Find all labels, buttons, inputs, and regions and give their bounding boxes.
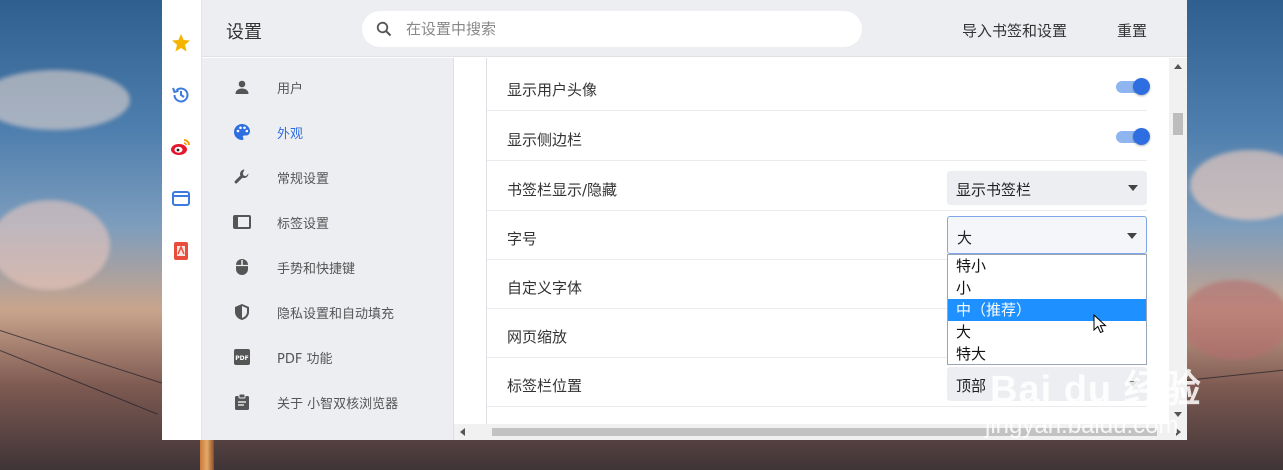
nav-item-user[interactable]: 用户	[202, 65, 454, 109]
toggle-knob	[1133, 78, 1150, 95]
scroll-left-arrow-icon[interactable]	[460, 428, 465, 436]
setting-label: 显示用户头像	[507, 81, 598, 99]
pdf-reader-icon[interactable]	[170, 240, 192, 262]
toggle-knob	[1133, 128, 1150, 145]
favorites-star-icon[interactable]	[170, 32, 192, 54]
scroll-up-arrow-icon[interactable]	[1174, 64, 1182, 69]
select-value: 显示书签栏	[956, 181, 1032, 199]
select-value: 顶部	[956, 377, 987, 395]
mouse-icon	[232, 257, 252, 277]
wrench-icon	[232, 167, 252, 187]
side-icon-bar	[162, 0, 202, 440]
settings-search-box[interactable]	[362, 11, 862, 47]
nav-item-label: 手势和快捷键	[277, 261, 356, 277]
show-avatar-toggle[interactable]	[1116, 78, 1150, 95]
font-size-dropdown-list: 特小 小 中（推荐） 大 特大	[947, 254, 1147, 365]
font-size-option[interactable]: 小	[948, 277, 1146, 299]
nav-item-label: 外观	[277, 126, 304, 142]
nav-item-about[interactable]: 关于 小智双核浏览器	[202, 380, 454, 424]
shield-icon	[232, 302, 252, 322]
setting-label: 自定义字体	[507, 279, 583, 297]
setting-label: 网页缩放	[507, 328, 568, 346]
user-icon	[232, 77, 252, 97]
history-icon[interactable]	[170, 84, 192, 106]
show-sidebar-toggle[interactable]	[1116, 128, 1150, 145]
search-icon	[376, 21, 392, 37]
tab-icon	[232, 212, 252, 232]
font-size-select[interactable]: 大	[947, 216, 1147, 254]
watermark-brand: Bai du 经验	[990, 369, 1202, 411]
nav-item-general[interactable]: 常规设置	[202, 155, 454, 199]
search-input[interactable]	[406, 19, 846, 39]
settings-nav: 用户 外观 常规设置 标签设置 手势和快捷键 隐私设置和自动填充 PDF PDF…	[202, 58, 454, 440]
setting-label: 书签栏显示/隐藏	[507, 181, 618, 199]
weibo-icon[interactable]	[170, 136, 192, 158]
setting-row-font-size: 字号 大	[487, 211, 1147, 260]
nav-item-label: 常规设置	[277, 171, 330, 187]
nav-item-tabs[interactable]: 标签设置	[202, 200, 454, 244]
watermark-url: jingyan.baidu.com	[985, 412, 1179, 439]
nav-item-gestures[interactable]: 手势和快捷键	[202, 245, 454, 289]
window-icon[interactable]	[170, 188, 192, 210]
setting-row-show-avatar: 显示用户头像	[487, 62, 1150, 111]
bookmark-bar-select[interactable]: 显示书签栏	[947, 171, 1147, 205]
nav-item-label: 关于 小智双核浏览器	[277, 396, 399, 412]
nav-item-privacy[interactable]: 隐私设置和自动填充	[202, 290, 454, 334]
import-bookmarks-button[interactable]: 导入书签和设置	[962, 20, 1067, 41]
page-title: 设置	[226, 22, 262, 43]
palette-icon	[232, 122, 252, 142]
setting-label: 字号	[507, 230, 538, 248]
nav-item-pdf[interactable]: PDF PDF 功能	[202, 335, 454, 379]
nav-item-label: 标签设置	[277, 216, 330, 232]
setting-label: 显示侧边栏	[507, 131, 583, 149]
nav-item-appearance[interactable]: 外观	[202, 110, 454, 154]
vertical-scroll-thumb[interactable]	[1173, 113, 1183, 135]
font-size-option[interactable]: 大	[948, 321, 1146, 343]
chevron-down-icon	[1128, 185, 1138, 191]
nav-item-label: PDF 功能	[277, 351, 333, 367]
pdf-icon: PDF	[232, 347, 252, 367]
svg-text:PDF: PDF	[235, 355, 248, 362]
nav-item-label: 隐私设置和自动填充	[277, 306, 395, 322]
select-value: 大	[957, 229, 973, 247]
content-gutter	[454, 58, 487, 424]
setting-label: 标签栏位置	[507, 377, 583, 395]
font-size-option[interactable]: 特小	[948, 255, 1146, 277]
clipboard-icon	[232, 392, 252, 412]
font-size-option-highlighted[interactable]: 中（推荐）	[948, 299, 1146, 321]
nav-item-label: 用户	[277, 81, 304, 97]
settings-header: 设置 导入书签和设置 重置	[202, 0, 1187, 57]
setting-row-bookmark-bar: 书签栏显示/隐藏 显示书签栏	[487, 162, 1147, 211]
reset-button[interactable]: 重置	[1117, 20, 1147, 41]
mouse-pointer-icon	[1093, 313, 1107, 338]
setting-row-show-sidebar: 显示侧边栏	[487, 112, 1150, 161]
chevron-down-icon	[1127, 233, 1137, 239]
